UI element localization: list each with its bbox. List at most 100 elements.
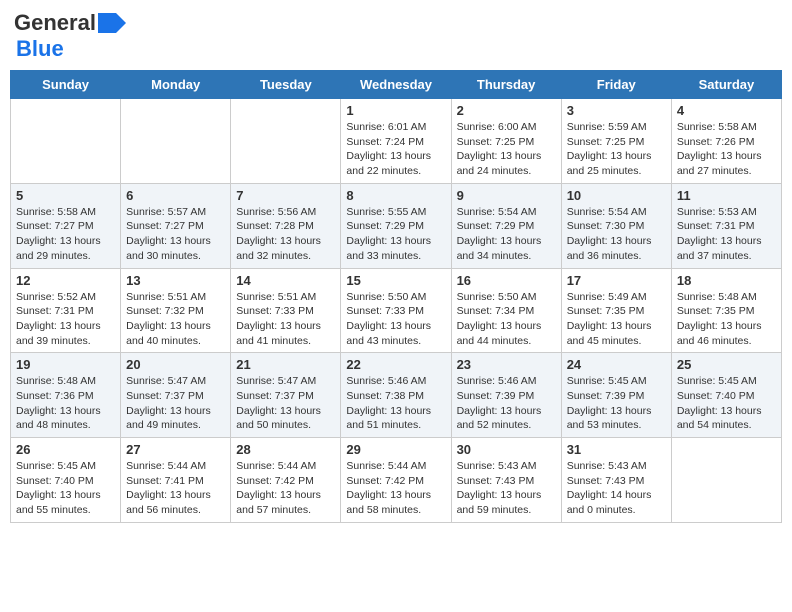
day-of-week-header: Monday: [121, 71, 231, 99]
calendar-cell: 21 Sunrise: 5:47 AMSunset: 7:37 PMDaylig…: [231, 353, 341, 438]
calendar-cell: 18 Sunrise: 5:48 AMSunset: 7:35 PMDaylig…: [671, 268, 781, 353]
day-number: 11: [677, 188, 776, 203]
calendar-cell: 19 Sunrise: 5:48 AMSunset: 7:36 PMDaylig…: [11, 353, 121, 438]
day-number: 3: [567, 103, 666, 118]
day-info: Sunrise: 5:43 AMSunset: 7:43 PMDaylight:…: [457, 459, 556, 518]
day-number: 30: [457, 442, 556, 457]
day-info: Sunrise: 5:48 AMSunset: 7:35 PMDaylight:…: [677, 290, 776, 349]
day-info: Sunrise: 5:45 AMSunset: 7:39 PMDaylight:…: [567, 374, 666, 433]
day-info: Sunrise: 5:58 AMSunset: 7:27 PMDaylight:…: [16, 205, 115, 264]
day-info: Sunrise: 5:52 AMSunset: 7:31 PMDaylight:…: [16, 290, 115, 349]
day-of-week-header: Saturday: [671, 71, 781, 99]
day-info: Sunrise: 5:47 AMSunset: 7:37 PMDaylight:…: [236, 374, 335, 433]
calendar-cell: [671, 438, 781, 523]
calendar-cell: 14 Sunrise: 5:51 AMSunset: 7:33 PMDaylig…: [231, 268, 341, 353]
calendar-cell: 29 Sunrise: 5:44 AMSunset: 7:42 PMDaylig…: [341, 438, 451, 523]
day-of-week-header: Thursday: [451, 71, 561, 99]
day-info: Sunrise: 6:00 AMSunset: 7:25 PMDaylight:…: [457, 120, 556, 179]
day-info: Sunrise: 5:45 AMSunset: 7:40 PMDaylight:…: [677, 374, 776, 433]
calendar-cell: 10 Sunrise: 5:54 AMSunset: 7:30 PMDaylig…: [561, 183, 671, 268]
calendar-cell: 27 Sunrise: 5:44 AMSunset: 7:41 PMDaylig…: [121, 438, 231, 523]
day-number: 22: [346, 357, 445, 372]
calendar-cell: 23 Sunrise: 5:46 AMSunset: 7:39 PMDaylig…: [451, 353, 561, 438]
calendar-week-row: 1 Sunrise: 6:01 AMSunset: 7:24 PMDayligh…: [11, 99, 782, 184]
day-number: 9: [457, 188, 556, 203]
day-number: 12: [16, 273, 115, 288]
day-info: Sunrise: 5:50 AMSunset: 7:34 PMDaylight:…: [457, 290, 556, 349]
day-number: 13: [126, 273, 225, 288]
day-number: 27: [126, 442, 225, 457]
day-number: 26: [16, 442, 115, 457]
calendar-header-row: SundayMondayTuesdayWednesdayThursdayFrid…: [11, 71, 782, 99]
day-number: 5: [16, 188, 115, 203]
day-info: Sunrise: 6:01 AMSunset: 7:24 PMDaylight:…: [346, 120, 445, 179]
day-number: 4: [677, 103, 776, 118]
logo-icon: [98, 13, 126, 33]
calendar-cell: 8 Sunrise: 5:55 AMSunset: 7:29 PMDayligh…: [341, 183, 451, 268]
calendar-cell: 13 Sunrise: 5:51 AMSunset: 7:32 PMDaylig…: [121, 268, 231, 353]
calendar-week-row: 12 Sunrise: 5:52 AMSunset: 7:31 PMDaylig…: [11, 268, 782, 353]
day-number: 8: [346, 188, 445, 203]
day-info: Sunrise: 5:48 AMSunset: 7:36 PMDaylight:…: [16, 374, 115, 433]
calendar-cell: 6 Sunrise: 5:57 AMSunset: 7:27 PMDayligh…: [121, 183, 231, 268]
calendar-week-row: 5 Sunrise: 5:58 AMSunset: 7:27 PMDayligh…: [11, 183, 782, 268]
day-number: 25: [677, 357, 776, 372]
day-of-week-header: Tuesday: [231, 71, 341, 99]
day-number: 29: [346, 442, 445, 457]
page-header: General Blue: [10, 10, 782, 62]
calendar-cell: 5 Sunrise: 5:58 AMSunset: 7:27 PMDayligh…: [11, 183, 121, 268]
calendar-cell: 2 Sunrise: 6:00 AMSunset: 7:25 PMDayligh…: [451, 99, 561, 184]
day-number: 2: [457, 103, 556, 118]
calendar-cell: 1 Sunrise: 6:01 AMSunset: 7:24 PMDayligh…: [341, 99, 451, 184]
day-number: 17: [567, 273, 666, 288]
logo: General Blue: [14, 10, 126, 62]
logo-text-blue: Blue: [16, 36, 64, 62]
day-info: Sunrise: 5:56 AMSunset: 7:28 PMDaylight:…: [236, 205, 335, 264]
day-number: 28: [236, 442, 335, 457]
calendar-week-row: 26 Sunrise: 5:45 AMSunset: 7:40 PMDaylig…: [11, 438, 782, 523]
day-number: 15: [346, 273, 445, 288]
day-number: 31: [567, 442, 666, 457]
day-number: 18: [677, 273, 776, 288]
day-number: 19: [16, 357, 115, 372]
day-info: Sunrise: 5:51 AMSunset: 7:32 PMDaylight:…: [126, 290, 225, 349]
day-info: Sunrise: 5:55 AMSunset: 7:29 PMDaylight:…: [346, 205, 445, 264]
calendar-cell: [11, 99, 121, 184]
day-info: Sunrise: 5:44 AMSunset: 7:41 PMDaylight:…: [126, 459, 225, 518]
day-info: Sunrise: 5:44 AMSunset: 7:42 PMDaylight:…: [346, 459, 445, 518]
calendar-cell: 12 Sunrise: 5:52 AMSunset: 7:31 PMDaylig…: [11, 268, 121, 353]
day-number: 21: [236, 357, 335, 372]
day-of-week-header: Friday: [561, 71, 671, 99]
day-info: Sunrise: 5:50 AMSunset: 7:33 PMDaylight:…: [346, 290, 445, 349]
day-number: 14: [236, 273, 335, 288]
day-number: 24: [567, 357, 666, 372]
logo-text-general: General: [14, 10, 96, 36]
calendar-cell: 9 Sunrise: 5:54 AMSunset: 7:29 PMDayligh…: [451, 183, 561, 268]
calendar-cell: 25 Sunrise: 5:45 AMSunset: 7:40 PMDaylig…: [671, 353, 781, 438]
day-info: Sunrise: 5:43 AMSunset: 7:43 PMDaylight:…: [567, 459, 666, 518]
calendar-cell: 24 Sunrise: 5:45 AMSunset: 7:39 PMDaylig…: [561, 353, 671, 438]
day-number: 16: [457, 273, 556, 288]
calendar-cell: 22 Sunrise: 5:46 AMSunset: 7:38 PMDaylig…: [341, 353, 451, 438]
calendar-cell: 15 Sunrise: 5:50 AMSunset: 7:33 PMDaylig…: [341, 268, 451, 353]
day-number: 23: [457, 357, 556, 372]
calendar-cell: 20 Sunrise: 5:47 AMSunset: 7:37 PMDaylig…: [121, 353, 231, 438]
calendar-body: 1 Sunrise: 6:01 AMSunset: 7:24 PMDayligh…: [11, 99, 782, 523]
day-info: Sunrise: 5:44 AMSunset: 7:42 PMDaylight:…: [236, 459, 335, 518]
calendar-cell: 26 Sunrise: 5:45 AMSunset: 7:40 PMDaylig…: [11, 438, 121, 523]
day-number: 20: [126, 357, 225, 372]
day-info: Sunrise: 5:45 AMSunset: 7:40 PMDaylight:…: [16, 459, 115, 518]
calendar-cell: 30 Sunrise: 5:43 AMSunset: 7:43 PMDaylig…: [451, 438, 561, 523]
calendar-cell: 11 Sunrise: 5:53 AMSunset: 7:31 PMDaylig…: [671, 183, 781, 268]
day-info: Sunrise: 5:53 AMSunset: 7:31 PMDaylight:…: [677, 205, 776, 264]
calendar-cell: 28 Sunrise: 5:44 AMSunset: 7:42 PMDaylig…: [231, 438, 341, 523]
day-of-week-header: Wednesday: [341, 71, 451, 99]
day-info: Sunrise: 5:57 AMSunset: 7:27 PMDaylight:…: [126, 205, 225, 264]
day-info: Sunrise: 5:59 AMSunset: 7:25 PMDaylight:…: [567, 120, 666, 179]
day-number: 10: [567, 188, 666, 203]
day-number: 1: [346, 103, 445, 118]
calendar-cell: 16 Sunrise: 5:50 AMSunset: 7:34 PMDaylig…: [451, 268, 561, 353]
calendar-cell: [231, 99, 341, 184]
day-info: Sunrise: 5:49 AMSunset: 7:35 PMDaylight:…: [567, 290, 666, 349]
day-info: Sunrise: 5:58 AMSunset: 7:26 PMDaylight:…: [677, 120, 776, 179]
